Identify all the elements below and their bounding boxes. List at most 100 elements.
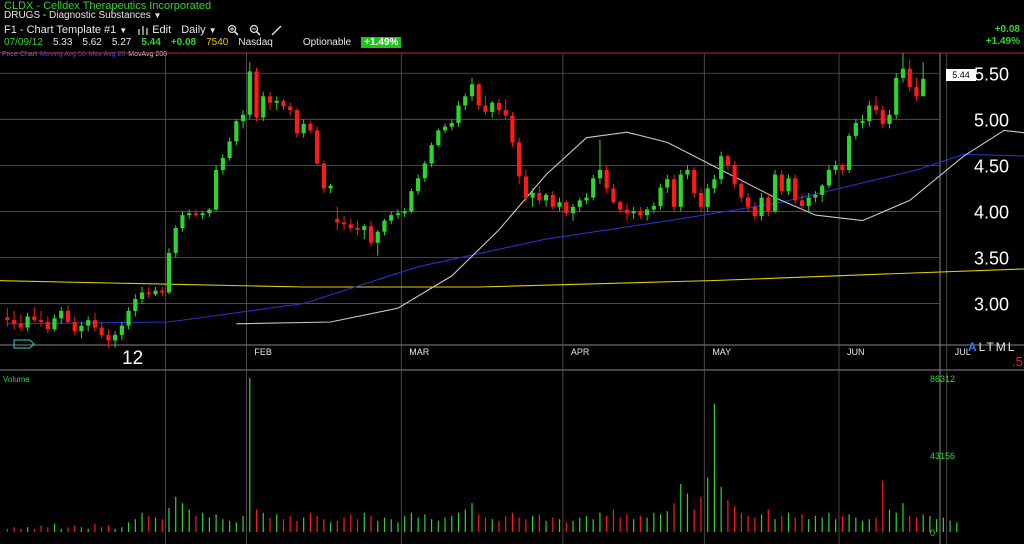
- candle-body: [261, 96, 266, 118]
- candle-body: [651, 205, 656, 210]
- candle-body: [833, 165, 838, 170]
- candle-body: [725, 156, 730, 166]
- ma-long-line: [0, 268, 1024, 288]
- candle-body: [113, 334, 118, 341]
- candle-body: [517, 142, 522, 177]
- altml-a: A: [968, 340, 979, 354]
- candle-body: [86, 320, 91, 326]
- candle-body: [409, 191, 414, 212]
- candle-body: [584, 197, 589, 201]
- candle-body: [341, 222, 347, 225]
- candle-body: [368, 226, 374, 243]
- candle-body: [139, 292, 145, 299]
- price-chart[interactable]: 5.505.004.504.003.503.00FEB MAR APR MAY JUN J…: [0, 0, 1024, 544]
- candle-body: [907, 68, 912, 88]
- candle-body: [389, 215, 394, 221]
- candle-body: [503, 110, 508, 116]
- candle-body: [793, 178, 798, 201]
- candle-body: [510, 115, 515, 143]
- candle-body: [624, 209, 629, 214]
- candle-body: [294, 110, 300, 134]
- candle-body: [382, 220, 387, 232]
- altml-label[interactable]: ALTML: [968, 340, 1016, 354]
- candle-body: [267, 96, 273, 103]
- candle-body: [853, 123, 858, 136]
- candle-body: [550, 194, 555, 207]
- candle-body: [146, 292, 151, 295]
- candle-body: [133, 298, 138, 311]
- candle-body: [200, 213, 205, 216]
- candle-body: [604, 169, 609, 189]
- candle-body: [887, 114, 892, 124]
- month-label: FEB: [254, 347, 272, 357]
- candle-body: [288, 106, 293, 111]
- candle-body: [59, 310, 64, 319]
- candle-body: [469, 84, 475, 97]
- candle-body: [207, 209, 212, 214]
- volume-tick-label: 43156: [930, 451, 955, 461]
- candle-body: [274, 100, 279, 103]
- candle-body: [52, 318, 57, 330]
- candle-body: [214, 169, 219, 210]
- candle-body: [739, 183, 744, 198]
- candle-body: [240, 114, 246, 122]
- candle-body: [119, 325, 124, 335]
- candle-body: [732, 165, 737, 184]
- candle-body: [180, 215, 185, 229]
- candle-body: [820, 185, 825, 195]
- candle-body: [779, 174, 784, 192]
- scroll-handle-icon: [13, 339, 35, 349]
- candle-body: [12, 320, 17, 324]
- candle-body: [564, 202, 569, 214]
- candle-body: [436, 130, 441, 146]
- candle-body: [692, 169, 697, 194]
- candle-body: [671, 179, 677, 207]
- candle-body: [806, 197, 811, 206]
- candle-body: [537, 193, 542, 201]
- moving-averages: [0, 129, 1024, 325]
- candle-body: [759, 197, 764, 217]
- candle-body: [65, 310, 71, 322]
- candle-body: [187, 213, 192, 216]
- candle-body: [92, 320, 97, 328]
- candle-body: [685, 169, 690, 175]
- candle-body: [799, 200, 805, 206]
- candle-body: [705, 188, 710, 207]
- candle-body: [658, 187, 663, 206]
- scale-marker: .5: [1012, 354, 1023, 369]
- candle-body: [38, 320, 44, 322]
- candle-body: [826, 169, 831, 186]
- month-label: MAY: [712, 347, 731, 357]
- month-label: MAR: [409, 347, 430, 357]
- month-label: APR: [571, 347, 590, 357]
- candle-body: [698, 193, 704, 207]
- candle-body: [860, 121, 865, 124]
- candle-body: [873, 105, 879, 111]
- price-tick-label: 3.00: [974, 295, 1009, 315]
- candle-body: [442, 126, 448, 131]
- candle-body: [247, 71, 252, 115]
- volume-label: Volume: [3, 375, 30, 384]
- candle-body: [921, 78, 926, 97]
- year-label: 12: [122, 348, 144, 369]
- candle-body: [611, 188, 616, 203]
- candle-body: [227, 141, 232, 159]
- candle-body: [308, 123, 313, 131]
- candle-body: [665, 179, 670, 188]
- price-tick-label: 3.50: [974, 248, 1009, 268]
- candle-body: [79, 325, 84, 332]
- candle-body: [355, 228, 360, 230]
- last-price-tag: 5.44: [946, 69, 976, 81]
- price-tick-label: 4.50: [974, 156, 1009, 176]
- candle-body: [173, 228, 178, 253]
- altml-rest: LTML: [978, 340, 1017, 354]
- candle-body: [678, 174, 683, 207]
- candle-body: [490, 102, 495, 112]
- candle-body: [638, 211, 643, 216]
- candle-body: [786, 178, 791, 192]
- ma-mid-line: [7, 153, 1024, 325]
- candle-body: [847, 135, 852, 170]
- volume-tick-label: 86312: [930, 374, 955, 384]
- candle-body: [335, 218, 340, 223]
- candle-body: [375, 231, 380, 243]
